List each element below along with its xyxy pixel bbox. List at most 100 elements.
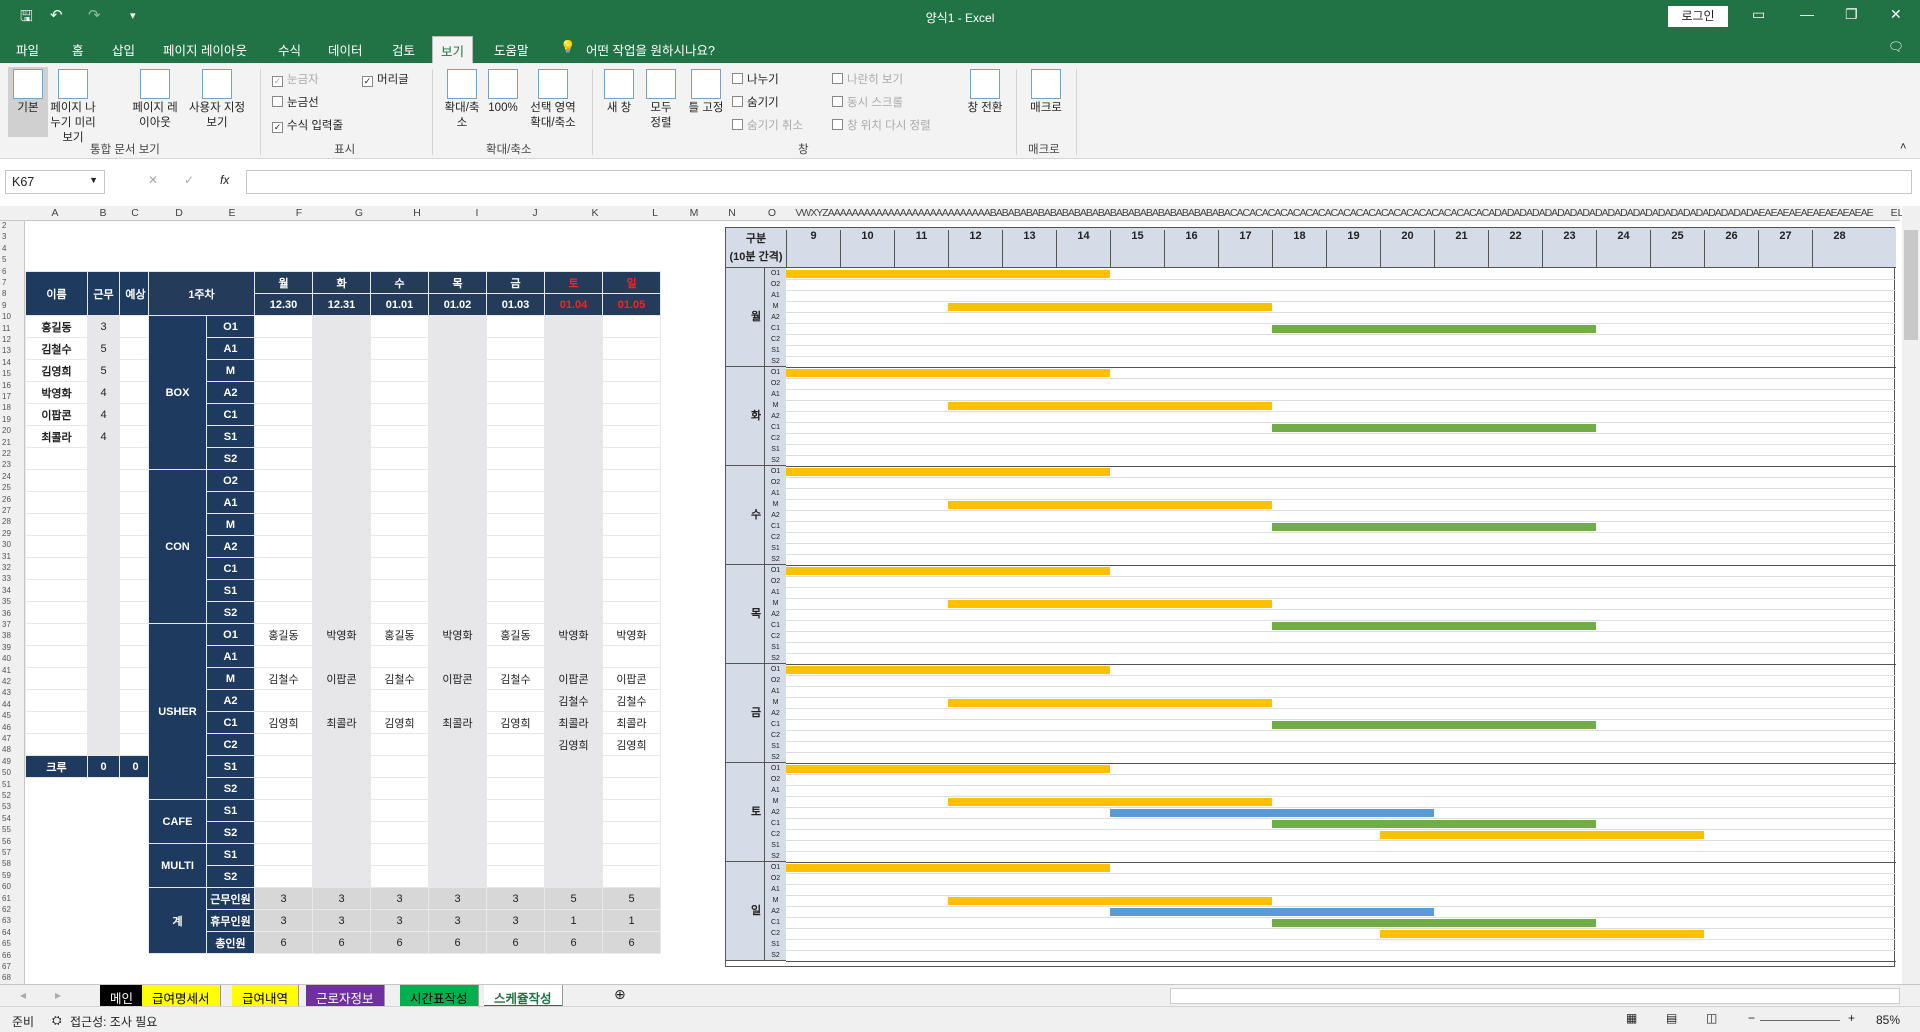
schedule-cell[interactable] bbox=[602, 359, 661, 382]
schedule-cell[interactable] bbox=[254, 469, 313, 492]
schedule-cell[interactable] bbox=[312, 645, 371, 668]
row-header[interactable]: 40 bbox=[2, 654, 11, 663]
timeline-bar[interactable] bbox=[1272, 820, 1596, 828]
schedule-cell[interactable] bbox=[370, 381, 429, 404]
hide-button[interactable]: 숨기기 bbox=[732, 94, 779, 110]
schedule-cell[interactable]: 박영화 bbox=[312, 623, 371, 646]
page-break-preview-button[interactable]: 페이지 나누기 미리 보기 bbox=[50, 69, 96, 146]
schedule-cell[interactable] bbox=[312, 865, 371, 888]
schedule-cell[interactable] bbox=[486, 513, 545, 536]
schedule-cell[interactable] bbox=[428, 733, 487, 756]
schedule-cell[interactable] bbox=[486, 447, 545, 470]
schedule-cell[interactable]: 이팝콘 bbox=[428, 667, 487, 690]
arrange-all-button[interactable]: 모두 정렬 bbox=[644, 69, 678, 131]
schedule-cell[interactable] bbox=[544, 425, 603, 448]
row-header[interactable]: 15 bbox=[2, 369, 11, 378]
schedule-cell[interactable] bbox=[486, 645, 545, 668]
schedule-cell[interactable] bbox=[312, 315, 371, 338]
accessibility-icon[interactable]: ⛭ bbox=[52, 1013, 62, 1028]
timeline-bar[interactable] bbox=[1380, 930, 1704, 938]
schedule-cell[interactable] bbox=[370, 645, 429, 668]
schedule-cell[interactable]: 이팝콘 bbox=[312, 667, 371, 690]
schedule-cell[interactable] bbox=[486, 557, 545, 580]
schedule-cell[interactable] bbox=[602, 425, 661, 448]
schedule-cell[interactable] bbox=[428, 513, 487, 536]
schedule-cell[interactable] bbox=[544, 337, 603, 360]
schedule-cell[interactable] bbox=[428, 777, 487, 800]
insert-function-icon[interactable]: fx bbox=[220, 173, 229, 187]
timeline-bar[interactable] bbox=[786, 270, 1110, 278]
row-header[interactable]: 16 bbox=[2, 381, 11, 390]
timeline-bar[interactable] bbox=[1272, 622, 1596, 630]
row-header[interactable]: 33 bbox=[2, 574, 11, 583]
schedule-cell[interactable] bbox=[486, 733, 545, 756]
new-window-button[interactable]: 새 창 bbox=[602, 69, 636, 116]
schedule-cell[interactable] bbox=[254, 535, 313, 558]
zoom-button[interactable]: 확대/축소 bbox=[442, 69, 482, 131]
schedule-cell[interactable]: 최콜라 bbox=[428, 711, 487, 734]
column-header[interactable]: E bbox=[208, 207, 256, 219]
schedule-cell[interactable] bbox=[428, 799, 487, 822]
timeline-bar[interactable] bbox=[1380, 831, 1704, 839]
sheet-tab[interactable]: 급여내역 bbox=[232, 985, 300, 1007]
row-header[interactable]: 25 bbox=[2, 483, 11, 492]
row-header[interactable]: 46 bbox=[2, 723, 11, 732]
schedule-cell[interactable]: 홍길동 bbox=[370, 623, 429, 646]
schedule-cell[interactable]: 최콜라 bbox=[312, 711, 371, 734]
tab-home[interactable]: 홈 bbox=[72, 40, 84, 59]
column-header[interactable]: K bbox=[566, 207, 624, 219]
schedule-cell[interactable] bbox=[254, 821, 313, 844]
schedule-cell[interactable] bbox=[544, 821, 603, 844]
row-header[interactable]: 5 bbox=[2, 255, 6, 264]
tab-help[interactable]: 도움말 bbox=[494, 40, 529, 59]
column-header[interactable]: N bbox=[704, 207, 760, 219]
schedule-cell[interactable] bbox=[428, 645, 487, 668]
formula-bar-checkbox[interactable]: ✓ 수식 입력줄 bbox=[272, 117, 343, 133]
schedule-cell[interactable] bbox=[602, 645, 661, 668]
column-header[interactable]: J bbox=[506, 207, 564, 219]
row-header[interactable]: 35 bbox=[2, 597, 11, 606]
schedule-cell[interactable] bbox=[370, 843, 429, 866]
gridlines-checkbox[interactable]: 눈금선 bbox=[272, 94, 319, 110]
schedule-cell[interactable]: 김영희 bbox=[544, 733, 603, 756]
timeline-bar[interactable] bbox=[948, 897, 1272, 905]
column-header[interactable]: D bbox=[150, 207, 208, 219]
row-header[interactable]: 43 bbox=[2, 688, 11, 697]
tab-formulas[interactable]: 수식 bbox=[278, 40, 301, 59]
schedule-cell[interactable] bbox=[544, 447, 603, 470]
row-header[interactable]: 50 bbox=[2, 768, 11, 777]
schedule-cell[interactable] bbox=[486, 689, 545, 712]
row-header[interactable]: 63 bbox=[2, 916, 11, 925]
collapse-ribbon-icon[interactable]: ˄ bbox=[1900, 141, 1906, 153]
column-header[interactable]: B bbox=[88, 207, 118, 219]
zoom-100-button[interactable]: 100% bbox=[486, 69, 520, 116]
schedule-cell[interactable] bbox=[312, 689, 371, 712]
formula-input[interactable] bbox=[246, 170, 1912, 194]
schedule-cell[interactable] bbox=[312, 447, 371, 470]
schedule-cell[interactable] bbox=[602, 513, 661, 536]
row-header[interactable]: 44 bbox=[2, 700, 11, 709]
schedule-cell[interactable] bbox=[544, 777, 603, 800]
schedule-cell[interactable] bbox=[602, 755, 661, 778]
view-side-by-side-button[interactable]: 나란히 보기 bbox=[832, 71, 903, 87]
schedule-cell[interactable]: 김철수 bbox=[486, 667, 545, 690]
schedule-cell[interactable] bbox=[370, 601, 429, 624]
freeze-panes-button[interactable]: 틀 고정 bbox=[684, 69, 728, 116]
schedule-cell[interactable]: 김철수 bbox=[370, 667, 429, 690]
schedule-cell[interactable] bbox=[602, 469, 661, 492]
restore-icon[interactable]: ❐ bbox=[1845, 6, 1858, 23]
schedule-cell[interactable] bbox=[602, 535, 661, 558]
custom-views-button[interactable]: 사용자 지정 보기 bbox=[185, 69, 249, 131]
row-header[interactable]: 60 bbox=[2, 882, 11, 891]
login-button[interactable]: 로그인 bbox=[1668, 6, 1728, 27]
schedule-cell[interactable] bbox=[602, 381, 661, 404]
schedule-cell[interactable] bbox=[312, 513, 371, 536]
schedule-cell[interactable] bbox=[428, 315, 487, 338]
column-header[interactable]: A bbox=[25, 207, 85, 219]
column-header[interactable]: O bbox=[760, 207, 784, 219]
cancel-icon[interactable]: ✕ bbox=[148, 173, 158, 187]
column-header[interactable]: VWXYZAAAAAAAAAAAAAAAAAAAAAAAAAAABABABABA… bbox=[784, 207, 1884, 219]
schedule-cell[interactable] bbox=[312, 381, 371, 404]
tab-view[interactable]: 보기 bbox=[432, 36, 474, 63]
row-header[interactable]: 48 bbox=[2, 745, 11, 754]
